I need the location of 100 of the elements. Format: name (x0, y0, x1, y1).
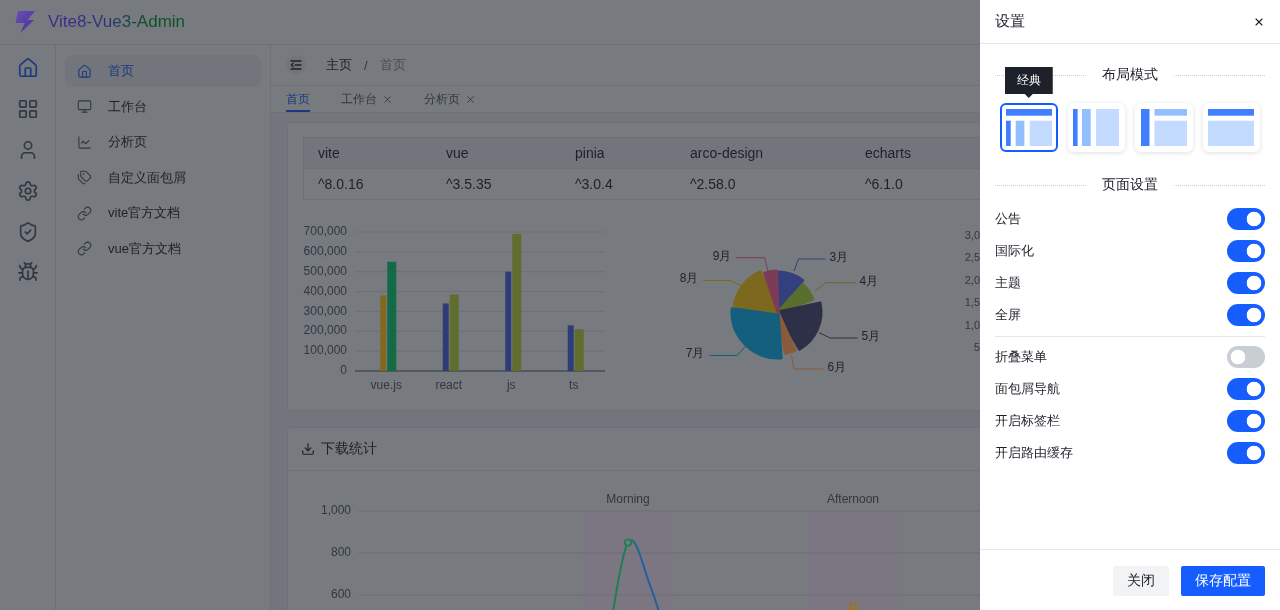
menu-item[interactable]: 首页 (65, 55, 261, 87)
axis-tick-label: 2,0 (964, 272, 980, 288)
grid-icon (16, 98, 39, 121)
layout-option[interactable] (1135, 103, 1193, 152)
lightning-bolt-icon (14, 10, 38, 34)
data-point-marker (848, 602, 858, 610)
section-title: 布局模式 (1102, 66, 1158, 84)
category-label: js (506, 378, 516, 393)
setting-label: 国际化 (995, 242, 1034, 260)
slice-label: 3月 (829, 250, 849, 265)
bug-icon (16, 261, 39, 284)
leader-line (709, 345, 747, 356)
axis-tick-label: 1,5 (964, 295, 980, 311)
axis-tick-label: 600,000 (303, 244, 347, 259)
slice-label: 6月 (827, 360, 847, 375)
setting-label: 折叠菜单 (995, 348, 1047, 366)
card-title: 下载统计 (321, 440, 377, 458)
toggle-switch[interactable] (1227, 410, 1265, 432)
setting-label: 主题 (995, 274, 1021, 292)
menu-item[interactable]: 自定义面包屑 (65, 161, 261, 194)
band-label: Afternoon (827, 492, 879, 507)
menu-item[interactable]: vue官方文档 (65, 232, 261, 265)
leader-line (818, 332, 858, 339)
tab[interactable]: 分析页 (424, 86, 476, 112)
axis-tick-label: 5 (973, 339, 980, 355)
setting-label: 公告 (995, 210, 1021, 228)
tab[interactable]: 工作台 (341, 86, 393, 112)
tags-icon (77, 170, 92, 186)
table-cell-text: ^6.1.0 (864, 175, 904, 194)
leader-line (735, 257, 769, 272)
slice-label: 9月 (712, 249, 732, 264)
home-icon (16, 57, 39, 80)
table-header-cell-text: vue (445, 144, 470, 163)
menu-item[interactable]: 分析页 (65, 126, 261, 159)
band-label: Morning (606, 492, 650, 507)
setting-label: 面包屑导航 (995, 380, 1060, 398)
table-cell-text: ^2.58.0 (689, 175, 737, 194)
menu-item[interactable]: vite官方文档 (65, 197, 261, 230)
toggle-switch[interactable] (1227, 304, 1265, 326)
axis-tick-label: 700,000 (303, 224, 347, 239)
save-button[interactable]: 保存配置 (1181, 565, 1265, 596)
table-header-cell-text: echarts (864, 144, 912, 163)
setting-label: 全屏 (995, 306, 1021, 324)
axis-tick-label: 0 (340, 363, 347, 378)
axis-tick-label: 500,000 (303, 263, 347, 278)
toggle-switch[interactable] (1227, 346, 1265, 368)
monitor-icon (77, 99, 92, 115)
axis-tick-label: 600 (330, 587, 351, 602)
close-icon[interactable] (465, 93, 476, 105)
slice-label: 5月 (861, 329, 881, 344)
category-label: react (435, 378, 463, 393)
leader-line (702, 280, 742, 287)
line-series (612, 539, 660, 610)
leader-line (814, 282, 856, 292)
leader-line (793, 258, 826, 272)
table-header-cell-text: vite (317, 144, 341, 163)
close-icon[interactable] (382, 93, 393, 105)
toggle-switch[interactable] (1227, 208, 1265, 230)
axis-tick-label: 1,000 (320, 503, 351, 518)
table-header-cell-text: arco-design (689, 144, 765, 163)
breadcrumb-separator: / (364, 57, 368, 73)
axis-tick-label: 3,0 (964, 228, 980, 243)
toggle-switch[interactable] (1227, 378, 1265, 400)
link-icon (77, 205, 92, 221)
layout-preview-icon (1140, 109, 1187, 146)
toggle-switch[interactable] (1227, 240, 1265, 262)
toggle-switch[interactable] (1227, 442, 1265, 464)
table-cell-text: ^3.0.4 (574, 175, 614, 194)
toggle-switch[interactable] (1227, 272, 1265, 294)
menu-fold-icon (290, 60, 302, 70)
layout-preview-icon (1073, 109, 1120, 146)
link-icon (77, 241, 92, 257)
table-cell-text: ^3.5.35 (445, 175, 493, 194)
layout-option[interactable] (1067, 103, 1125, 152)
slice-label: 8月 (679, 271, 699, 286)
close-button[interactable]: 关闭 (1113, 565, 1169, 596)
category-label: vue.js (370, 378, 402, 393)
category-label: ts (569, 378, 579, 393)
setting-label: 开启标签栏 (995, 412, 1060, 430)
menu-item[interactable]: 工作台 (65, 90, 261, 123)
setting-label: 开启路由缓存 (995, 444, 1073, 462)
axis-tick-label: 300,000 (303, 303, 347, 318)
layout-option[interactable] (1202, 103, 1260, 152)
axis-tick-label: 1,0 (964, 317, 980, 333)
slice-label: 7月 (685, 346, 705, 361)
breadcrumb-link[interactable]: 主页 (326, 56, 352, 74)
axis-tick-label: 200,000 (303, 323, 347, 338)
line-chart-icon (77, 134, 92, 150)
home-icon (77, 63, 92, 79)
leader-line (791, 355, 824, 370)
drawer-title: 设置 (995, 12, 1025, 31)
collapse-menu-button[interactable] (286, 55, 306, 75)
layout-preview-icon (1208, 109, 1255, 146)
axis-tick-label: 400,000 (303, 283, 347, 298)
table-cell-text: ^8.0.16 (317, 175, 365, 194)
axis-tick-label: 2,5 (964, 250, 980, 266)
settings-icon (16, 179, 39, 202)
section-title: 页面设置 (1102, 176, 1158, 194)
axis-tick-label: 100,000 (303, 343, 347, 358)
layout-preview-icon (1005, 109, 1052, 146)
